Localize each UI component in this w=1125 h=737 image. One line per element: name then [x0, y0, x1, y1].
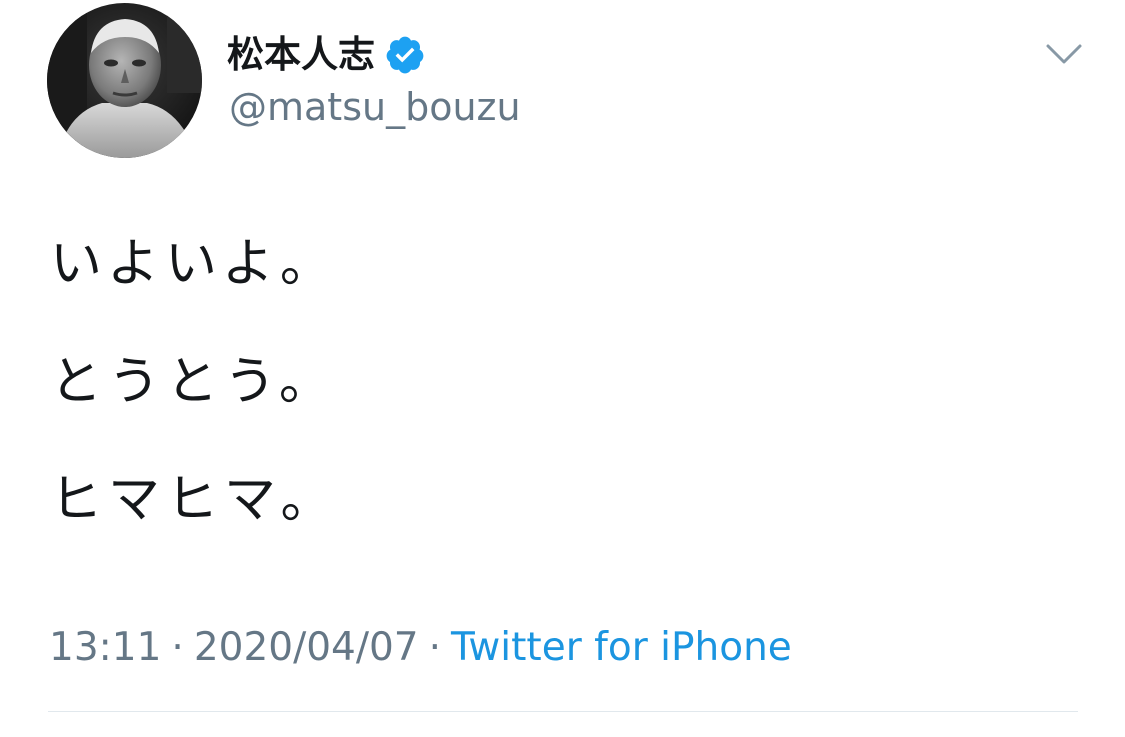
avatar-photo	[47, 3, 202, 158]
chevron-down-icon[interactable]	[1044, 40, 1084, 68]
tweet-time[interactable]: 13:11	[49, 625, 161, 670]
tweet-metadata: 13:11 · 2020/04/07 · Twitter for iPhone	[49, 622, 792, 674]
display-name: 松本人志	[227, 33, 375, 76]
meta-separator: ·	[171, 625, 184, 670]
tweet-date[interactable]: 2020/04/07	[194, 625, 419, 670]
divider	[48, 711, 1078, 712]
tweet-line: とうとう。	[50, 352, 337, 412]
avatar[interactable]	[47, 3, 202, 158]
verified-badge-icon	[386, 36, 424, 74]
tweet-source-link[interactable]: Twitter for iPhone	[451, 625, 792, 670]
tweet-line: ヒマヒマ。	[50, 470, 339, 530]
meta-separator: ·	[428, 625, 442, 670]
tweet-text: いよいよ。 とうとう。 ヒマヒマ。	[50, 226, 1070, 580]
tweet-line: いよいよ。	[50, 234, 338, 294]
user-handle[interactable]: @matsu_bouzu	[229, 82, 521, 132]
display-name-row[interactable]: 松本人志	[227, 28, 426, 82]
